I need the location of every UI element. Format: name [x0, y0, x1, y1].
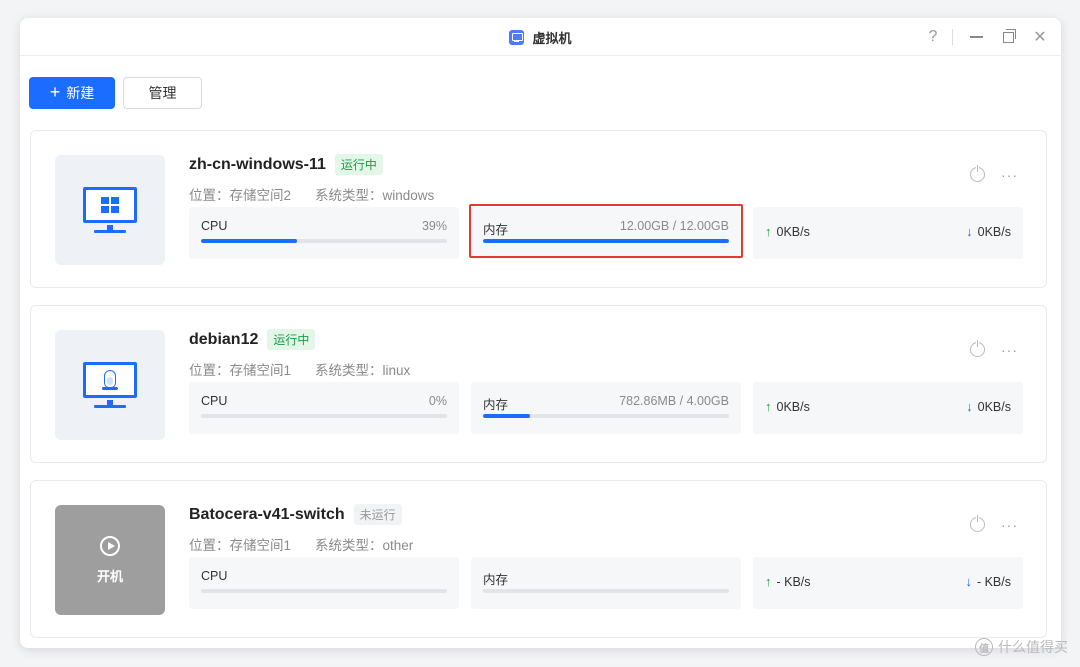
watermark-logo: 值: [975, 638, 993, 656]
net-download-value: - KB/s: [976, 574, 1011, 589]
start-button[interactable]: 开机: [97, 566, 123, 585]
watermark: 值 什么值得买: [975, 637, 1068, 657]
cpu-value: 0%: [428, 394, 447, 408]
help-icon[interactable]: ?: [920, 24, 946, 50]
net-download-value: 0KB/s: [977, 399, 1011, 414]
vm-os-type: 系统类型：other: [315, 538, 414, 553]
vm-thumbnail[interactable]: [55, 330, 165, 440]
vm-app-icon: [509, 29, 525, 45]
net-upload-value: 0KB/s: [776, 399, 810, 414]
restore-icon: [1002, 28, 1016, 43]
minimize-button[interactable]: [963, 24, 989, 50]
monitor-icon: [81, 185, 139, 235]
title-bar: 虚拟机 ? ✕: [20, 18, 1061, 56]
cpu-progress-fill: [201, 239, 297, 243]
net-upload: ↑ 0KB/s: [765, 224, 810, 239]
window-title: 虚拟机: [20, 18, 1061, 56]
arrow-up-icon: ↑: [765, 574, 772, 589]
net-download: ↓ 0KB/s: [966, 224, 1011, 239]
net-upload: ↑ - KB/s: [765, 574, 811, 589]
network-panel: ↑ 0KB/s ↓ 0KB/s: [753, 382, 1023, 434]
watermark-text: 什么值得买: [998, 639, 1068, 655]
cpu-label: CPU: [201, 219, 228, 233]
arrow-down-icon: ↓: [966, 224, 973, 239]
vm-os-type: 系统类型：windows: [315, 188, 435, 203]
net-upload-value: 0KB/s: [776, 224, 810, 239]
vm-os-type: 系统类型：linux: [315, 363, 411, 378]
vm-location: 位置：存储空间1: [189, 538, 292, 553]
vm-name: zh-cn-windows-11: [189, 155, 326, 173]
memory-value: 782.86MB / 4.00GB: [619, 394, 729, 408]
net-download-value: 0KB/s: [977, 224, 1011, 239]
memory-panel: 内存 782.86MB / 4.00GB: [471, 382, 741, 434]
net-download: ↓ 0KB/s: [966, 399, 1011, 414]
divider: [952, 29, 953, 45]
cpu-progress-bar: [201, 414, 447, 418]
arrow-up-icon: ↑: [765, 224, 772, 239]
status-badge: 未运行: [353, 504, 402, 525]
window-title-text: 虚拟机: [532, 30, 572, 46]
cpu-panel: CPU 39%: [189, 207, 459, 259]
status-badge: 运行中: [267, 329, 316, 350]
power-icon[interactable]: [970, 164, 985, 182]
cpu-panel: CPU 0%: [189, 382, 459, 434]
vm-manager-window: 虚拟机 ? ✕ + 新建 管理 zh-cn-windows-11 运行中 位置：…: [20, 18, 1061, 648]
vm-card[interactable]: 开机 Batocera-v41-switch 未运行 位置：存储空间1 系统类型…: [30, 480, 1047, 638]
cpu-label: CPU: [201, 569, 228, 583]
more-icon[interactable]: ···: [1001, 518, 1018, 532]
more-icon[interactable]: ···: [1001, 168, 1018, 182]
cpu-progress-bar: [201, 239, 447, 243]
memory-progress-bar: [483, 589, 729, 593]
vm-name: debian12: [189, 330, 259, 348]
net-upload-value: - KB/s: [776, 574, 811, 589]
play-icon: [100, 535, 120, 556]
cpu-progress-bar: [201, 589, 447, 593]
cpu-label: CPU: [201, 394, 228, 408]
network-panel: ↑ 0KB/s ↓ 0KB/s: [753, 207, 1023, 259]
vm-card[interactable]: zh-cn-windows-11 运行中 位置：存储空间2 系统类型：windo…: [30, 130, 1047, 288]
power-icon[interactable]: [970, 339, 985, 357]
vm-location: 位置：存储空间2: [189, 188, 292, 203]
memory-progress-fill: [483, 414, 530, 418]
net-download: ↓ - KB/s: [965, 574, 1011, 589]
arrow-down-icon: ↓: [966, 399, 973, 414]
arrow-down-icon: ↓: [965, 574, 972, 589]
linux-tux-icon: [102, 370, 118, 390]
minimize-icon: [969, 36, 983, 38]
new-vm-label: 新建: [66, 85, 95, 101]
close-button[interactable]: ✕: [1027, 24, 1053, 50]
memory-label: 内存: [483, 398, 509, 412]
memory-progress-bar: [483, 414, 729, 418]
windows-logo-icon: [101, 197, 119, 213]
net-upload: ↑ 0KB/s: [765, 399, 810, 414]
window-controls: ? ✕: [914, 18, 1053, 56]
cpu-value: 39%: [421, 219, 447, 233]
arrow-up-icon: ↑: [765, 399, 772, 414]
vm-location: 位置：存储空间1: [189, 363, 292, 378]
vm-card[interactable]: debian12 运行中 位置：存储空间1 系统类型：linux CPU 0% …: [30, 305, 1047, 463]
plus-icon: +: [49, 82, 61, 102]
vm-thumbnail[interactable]: [55, 155, 165, 265]
vm-name: Batocera-v41-switch: [189, 505, 345, 523]
network-panel: ↑ - KB/s ↓ - KB/s: [753, 557, 1023, 609]
manage-button[interactable]: 管理: [123, 77, 202, 109]
vm-thumbnail-stopped[interactable]: 开机: [55, 505, 165, 615]
memory-label: 内存: [483, 573, 509, 587]
new-vm-button[interactable]: + 新建: [29, 77, 115, 109]
power-icon[interactable]: [970, 514, 985, 532]
toolbar: + 新建 管理: [29, 77, 202, 109]
status-badge: 运行中: [334, 154, 383, 175]
cpu-panel: CPU: [189, 557, 459, 609]
memory-panel: 内存: [471, 557, 741, 609]
monitor-icon: [81, 360, 139, 410]
more-icon[interactable]: ···: [1001, 343, 1018, 357]
restore-button[interactable]: [995, 24, 1021, 50]
highlight-box: [469, 204, 743, 258]
